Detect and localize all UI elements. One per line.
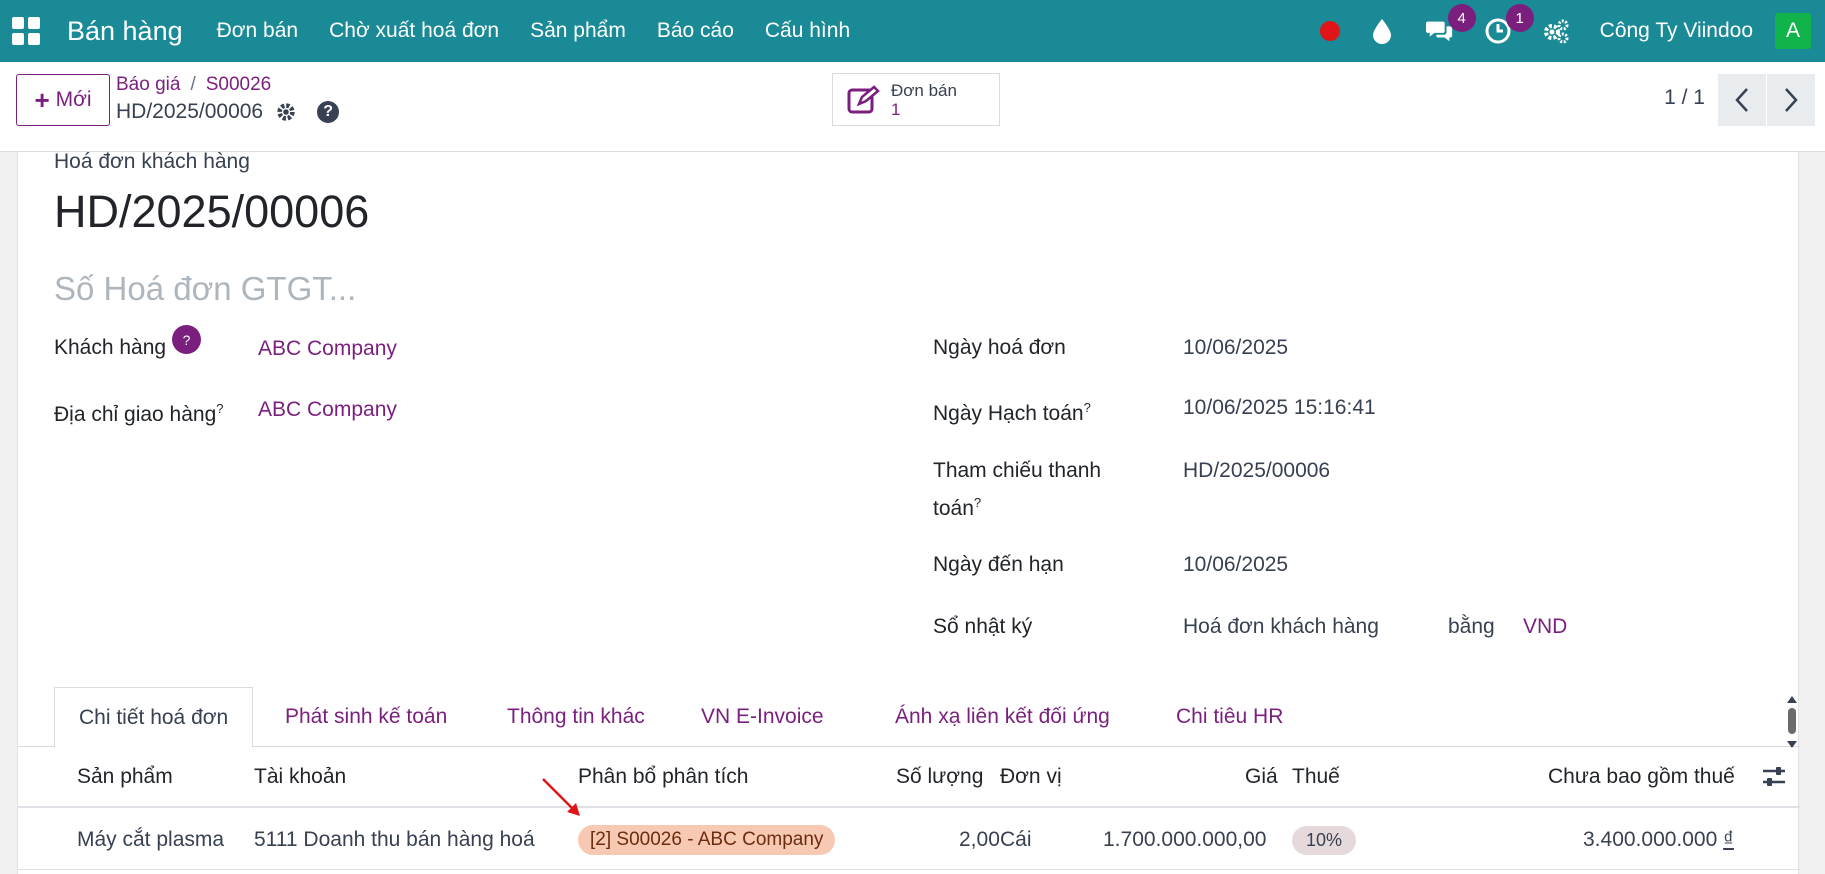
menu-reporting[interactable]: Báo cáo — [657, 19, 734, 43]
user-avatar[interactable]: A — [1775, 13, 1811, 49]
pager-previous-button[interactable] — [1718, 74, 1766, 126]
customer-help-icon[interactable]: ? — [172, 325, 201, 354]
tab-other-info[interactable]: Thông tin khác — [483, 687, 669, 747]
menu-products[interactable]: Sản phẩm — [530, 19, 626, 43]
tab-invoice-lines[interactable]: Chi tiết hoá đơn — [54, 687, 254, 748]
due-date-label: Ngày đến hạn — [933, 553, 1064, 576]
line-subtotal-amount: 3.400.000.000 — [1583, 828, 1718, 851]
tab-journal-items[interactable]: Phát sinh kế toán — [261, 687, 471, 747]
delivery-address-help[interactable]: ? — [216, 401, 223, 416]
delivery-address-label: Địa chỉ giao hàng? — [54, 393, 224, 431]
col-uom[interactable]: Đơn vị — [1000, 748, 1062, 806]
menu-to-invoice[interactable]: Chờ xuất hoá đơn — [329, 19, 499, 43]
delivery-address-field[interactable]: ABC Company — [258, 394, 397, 426]
optional-columns-toggle[interactable] — [1762, 748, 1786, 806]
col-product[interactable]: Sản phẩm — [77, 748, 173, 806]
gear-icon[interactable] — [275, 101, 297, 123]
line-subtotal: 3.400.000.000 ₫ — [1583, 810, 1734, 870]
vat-invoice-number-input[interactable]: Số Hoá đơn GTGT... — [54, 270, 356, 308]
customer-field[interactable]: ABC Company — [258, 333, 397, 365]
notebook-tabs: Chi tiết hoá đơn Phát sinh kế toán Thông… — [18, 687, 1800, 748]
chevron-right-icon — [1785, 88, 1798, 112]
customer-label: Khách hàng — [54, 336, 167, 359]
invoice-date-field[interactable]: 10/06/2025 — [1183, 332, 1288, 364]
new-button-label: Mới — [55, 88, 92, 111]
activities-clock-icon[interactable]: 1 — [1484, 4, 1534, 45]
due-date-field[interactable]: 10/06/2025 — [1183, 549, 1288, 581]
tax-tag[interactable]: 10% — [1292, 825, 1357, 855]
messages-badge: 4 — [1447, 4, 1476, 32]
currency-symbol: ₫ — [1723, 828, 1734, 851]
col-quantity[interactable]: Số lượng — [896, 748, 983, 806]
help-icon[interactable]: ? — [317, 101, 340, 123]
journal-field[interactable]: Hoá đơn khách hàng — [1183, 611, 1379, 643]
payment-reference-help[interactable]: ? — [974, 495, 981, 510]
col-price[interactable]: Giá — [1245, 748, 1278, 806]
payment-reference-label-line1: Tham chiếu thanh — [933, 459, 1102, 482]
col-subtotal[interactable]: Chưa bao gồm thuế — [1548, 748, 1735, 806]
currency-field[interactable]: VND — [1523, 611, 1567, 643]
currency-connector: bằng — [1448, 615, 1495, 638]
edit-icon — [847, 84, 880, 113]
app-brand[interactable]: Bán hàng — [67, 16, 183, 47]
line-product[interactable]: Máy cắt plasma — [77, 810, 224, 870]
delivery-address-label-text: Địa chỉ giao hàng — [54, 403, 217, 426]
payment-reference-label: Tham chiếu thanh toán? — [933, 455, 1101, 525]
tab-counterpart-mapping[interactable]: Ánh xạ liên kết đối ứng — [871, 687, 1134, 747]
tab-hr-expenses[interactable]: Chi tiêu HR — [1152, 687, 1307, 747]
journal-label: Sổ nhật ký — [933, 615, 1033, 638]
menu-sale-orders[interactable]: Đơn bán — [217, 19, 299, 43]
pager-value[interactable]: 1 / 1 — [1664, 86, 1705, 110]
chevron-left-icon — [1735, 88, 1748, 112]
pager-next-button[interactable] — [1767, 74, 1815, 126]
breadcrumb-quotations[interactable]: Báo giá — [116, 74, 180, 95]
settings-gears-icon[interactable] — [1542, 17, 1570, 45]
col-account[interactable]: Tài khoản — [254, 748, 346, 806]
tabs-scrollbar[interactable] — [1785, 692, 1799, 752]
smart-button-value: 1 — [891, 99, 901, 119]
line-taxes[interactable]: 10% — [1292, 810, 1357, 870]
activities-badge: 1 — [1505, 4, 1534, 32]
payment-reference-label-line2: toán? — [933, 487, 1101, 525]
line-price[interactable]: 1.700.000.000,00 — [1103, 810, 1267, 870]
form-sheet: Hoá đơn khách hàng HD/2025/00006 Số Hoá … — [17, 150, 1800, 874]
invoice-lines-header: Sản phẩm Tài khoản Phân bổ phân tích Số … — [18, 748, 1800, 808]
accounting-date-field[interactable]: 10/06/2025 15:16:41 — [1183, 392, 1376, 424]
new-button[interactable]: + Mới — [16, 74, 110, 126]
messages-icon[interactable]: 4 — [1425, 4, 1476, 45]
drop-icon[interactable] — [1368, 17, 1396, 45]
top-navbar: Bán hàng Đơn bán Chờ xuất hoá đơn Sản ph… — [0, 0, 1825, 62]
apps-menu-icon[interactable] — [12, 17, 40, 45]
line-uom[interactable]: Cái — [1000, 810, 1032, 870]
analytic-tag[interactable]: [2] S00026 - ABC Company — [578, 825, 836, 855]
record-indicator-icon[interactable] — [1319, 21, 1340, 41]
line-quantity[interactable]: 2,00 — [959, 810, 1000, 870]
sale-orders-smart-button[interactable]: Đơn bán 1 — [832, 73, 1000, 126]
line-account[interactable]: 5111 Doanh thu bán hàng hoá — [254, 810, 535, 870]
col-analytic-distribution[interactable]: Phân bổ phân tích — [578, 748, 748, 806]
control-panel: + Mới Báo giá / S00026 HD/2025/00006 ? Đơn … — [0, 62, 1825, 152]
record-title: HD/2025/00006 — [116, 100, 264, 123]
line-analytic-distribution[interactable]: [2] S00026 - ABC Company — [578, 810, 836, 870]
document-type: Hoá đơn khách hàng — [54, 150, 250, 173]
invoice-number: HD/2025/00006 — [54, 186, 370, 237]
company-switcher[interactable]: Công Ty Viindoo — [1600, 19, 1753, 43]
col-taxes[interactable]: Thuế — [1292, 748, 1340, 806]
menu-configuration[interactable]: Cấu hình — [765, 19, 850, 43]
accounting-date-help[interactable]: ? — [1084, 400, 1091, 415]
tab-vn-einvoice[interactable]: VN E-Invoice — [677, 687, 848, 747]
annotation-arrow — [542, 778, 580, 816]
smart-button-label: Đơn bán — [891, 80, 957, 100]
record-title-row: HD/2025/00006 ? — [116, 100, 340, 124]
accounting-date-label-text: Ngày Hạch toán — [933, 402, 1084, 425]
breadcrumb: Báo giá / S00026 — [116, 74, 272, 95]
payment-reference-field[interactable]: HD/2025/00006 — [1183, 455, 1330, 487]
breadcrumb-sale-order[interactable]: S00026 — [206, 74, 272, 95]
accounting-date-label: Ngày Hạch toán? — [933, 392, 1091, 430]
sliders-icon — [1763, 767, 1785, 786]
table-row[interactable]: Máy cắt plasma 5111 Doanh thu bán hàng h… — [18, 810, 1800, 870]
invoice-date-label: Ngày hoá đơn — [933, 336, 1066, 359]
payment-reference-label-line2-text: toán — [933, 497, 974, 520]
